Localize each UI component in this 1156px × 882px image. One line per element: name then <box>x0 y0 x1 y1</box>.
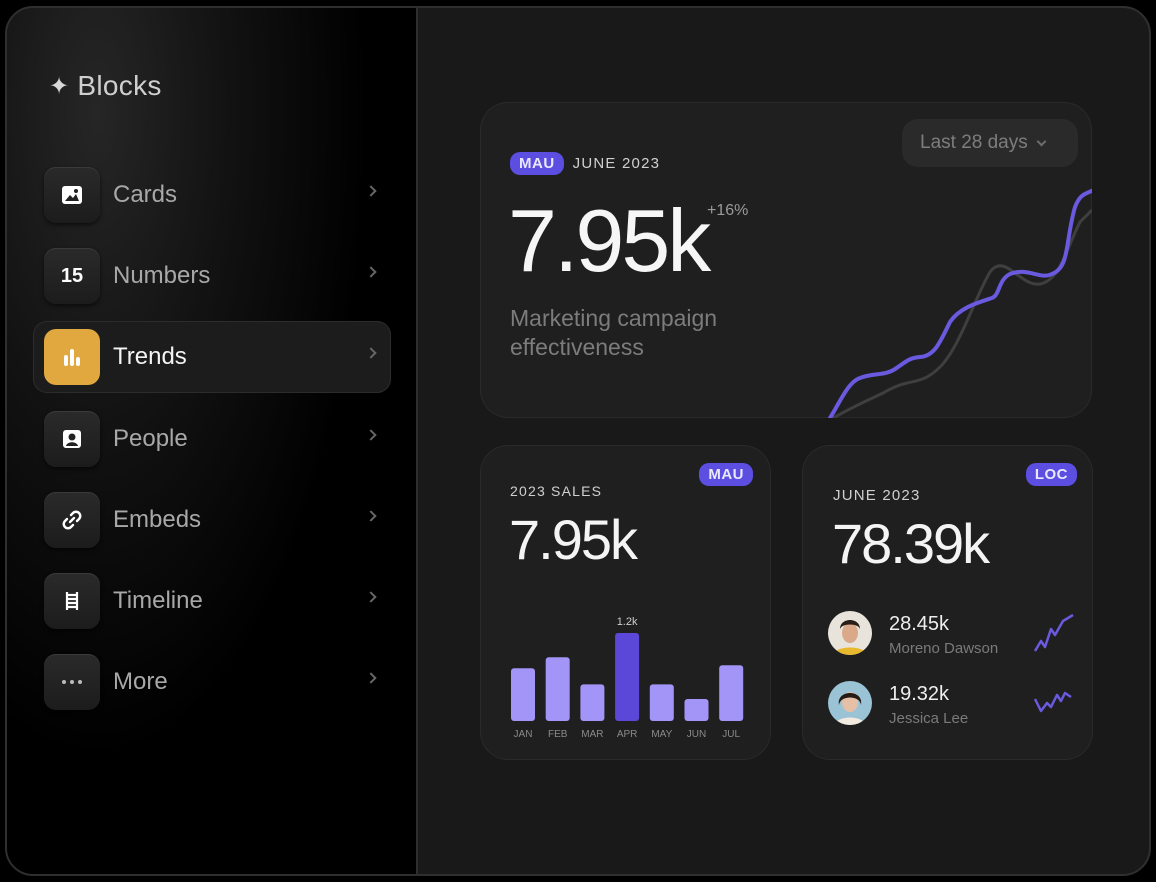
image-icon <box>44 167 100 223</box>
bar-chart-icon <box>44 329 100 386</box>
more-dots-icon <box>44 654 100 711</box>
metric-delta: +16% <box>707 202 749 219</box>
sparkline <box>1033 613 1074 652</box>
sidebar: ✦ Blocks Cards 15 Numbers Trends People … <box>7 8 418 874</box>
person-value: 19.32k <box>889 683 950 705</box>
x-tick-label: MAR <box>581 729 603 740</box>
avatar <box>828 611 872 655</box>
sidebar-item-trends[interactable]: Trends <box>33 321 391 394</box>
logo[interactable]: ✦ Blocks <box>49 68 162 104</box>
sidebar-item-label: People <box>113 424 188 452</box>
sidebar-item-label: Embeds <box>113 505 202 533</box>
period-label: JUNE 2023 <box>572 155 661 172</box>
chevron-right-icon <box>365 672 377 684</box>
loc-badge: LOC <box>1025 463 1077 486</box>
comparison-trend-line <box>830 208 1092 418</box>
date-range-label: Last 28 days <box>920 132 1028 153</box>
chevron-right-icon <box>365 266 377 278</box>
x-tick-label: JAN <box>514 729 533 740</box>
chevron-right-icon <box>365 428 377 441</box>
bar-jun[interactable] <box>684 699 709 721</box>
chevron-right-icon <box>365 347 377 360</box>
loc-value: 78.39k <box>832 512 990 575</box>
person-row[interactable]: 19.32k Jessica Lee <box>828 681 1078 727</box>
card-header: MAU JUNE 2023 <box>510 152 660 175</box>
sidebar-item-people[interactable]: People <box>33 403 391 475</box>
bar-apr[interactable] <box>615 633 640 721</box>
chevron-right-icon <box>365 185 377 197</box>
sparkle-icon: ✦ <box>49 72 70 100</box>
sales-card: 2023 SALES MAU 7.95k JAN FEB MAR APR 1.2k MAY… <box>480 445 771 760</box>
person-badge-icon <box>44 410 100 467</box>
person-name: Moreno Dawson <box>889 640 999 657</box>
mau-badge: MAU <box>510 152 564 175</box>
logo-text: Blocks <box>77 70 162 101</box>
monthly-sales-bar-chart: JAN FEB MAR APR 1.2k MAY JUN JUL <box>511 616 744 740</box>
sparkline <box>1033 691 1072 713</box>
sidebar-item-label: Cards <box>113 181 178 208</box>
x-tick-label: FEB <box>548 729 568 740</box>
sidebar-item-cards[interactable]: Cards <box>33 159 391 231</box>
link-icon <box>44 491 100 548</box>
sidebar-item-label: Numbers <box>113 262 211 290</box>
metric-description: Marketing campaign effectiveness <box>510 305 718 360</box>
sidebar-item-label: More <box>113 668 168 696</box>
person-row[interactable]: 28.45k Moreno Dawson <box>828 611 1078 657</box>
chevron-down-icon <box>1036 136 1047 146</box>
sidebar-item-numbers[interactable]: 15 Numbers <box>33 240 391 312</box>
number-15-icon: 15 <box>44 248 100 305</box>
avatar <box>828 681 872 725</box>
sidebar-item-label: Timeline <box>113 586 203 614</box>
bar-mar[interactable] <box>580 684 605 721</box>
bar-feb[interactable] <box>545 657 570 721</box>
person-name: Jessica Lee <box>889 710 969 727</box>
date-range-dropdown[interactable]: Last 28 days <box>902 119 1078 167</box>
ladder-icon <box>44 572 100 629</box>
bar-jul[interactable] <box>719 665 744 721</box>
primary-trend-line <box>828 188 1092 418</box>
x-tick-label: MAY <box>651 729 672 740</box>
sidebar-nav: Cards 15 Numbers Trends People Embeds Ti… <box>33 159 391 727</box>
bar-jan[interactable] <box>511 668 535 721</box>
mau-trend-card: Last 28 days MAU JUNE 2023 7.95k +16% Ma… <box>480 102 1092 418</box>
chevron-right-icon <box>365 591 377 603</box>
person-value: 28.45k <box>889 613 950 635</box>
x-tick-label: JUL <box>722 729 740 740</box>
sidebar-item-embeds[interactable]: Embeds <box>33 484 391 556</box>
chevron-right-icon <box>365 510 377 522</box>
app-window: ✦ Blocks Cards 15 Numbers Trends People … <box>5 6 1151 876</box>
sidebar-item-more[interactable]: More <box>33 646 391 718</box>
loc-kicker: JUNE 2023 <box>833 487 921 504</box>
loc-card: JUNE 2023 LOC 78.39k 28.45k Moreno Dawso… <box>802 445 1093 760</box>
bar-value-label: 1.2k <box>617 616 638 628</box>
bar-may[interactable] <box>649 684 674 721</box>
x-tick-label: JUN <box>687 729 706 740</box>
metric-value: 7.95k <box>508 191 711 290</box>
x-tick-label: APR <box>617 729 638 740</box>
sidebar-item-timeline[interactable]: Timeline <box>33 565 391 637</box>
sidebar-item-label: Trends <box>113 343 187 371</box>
